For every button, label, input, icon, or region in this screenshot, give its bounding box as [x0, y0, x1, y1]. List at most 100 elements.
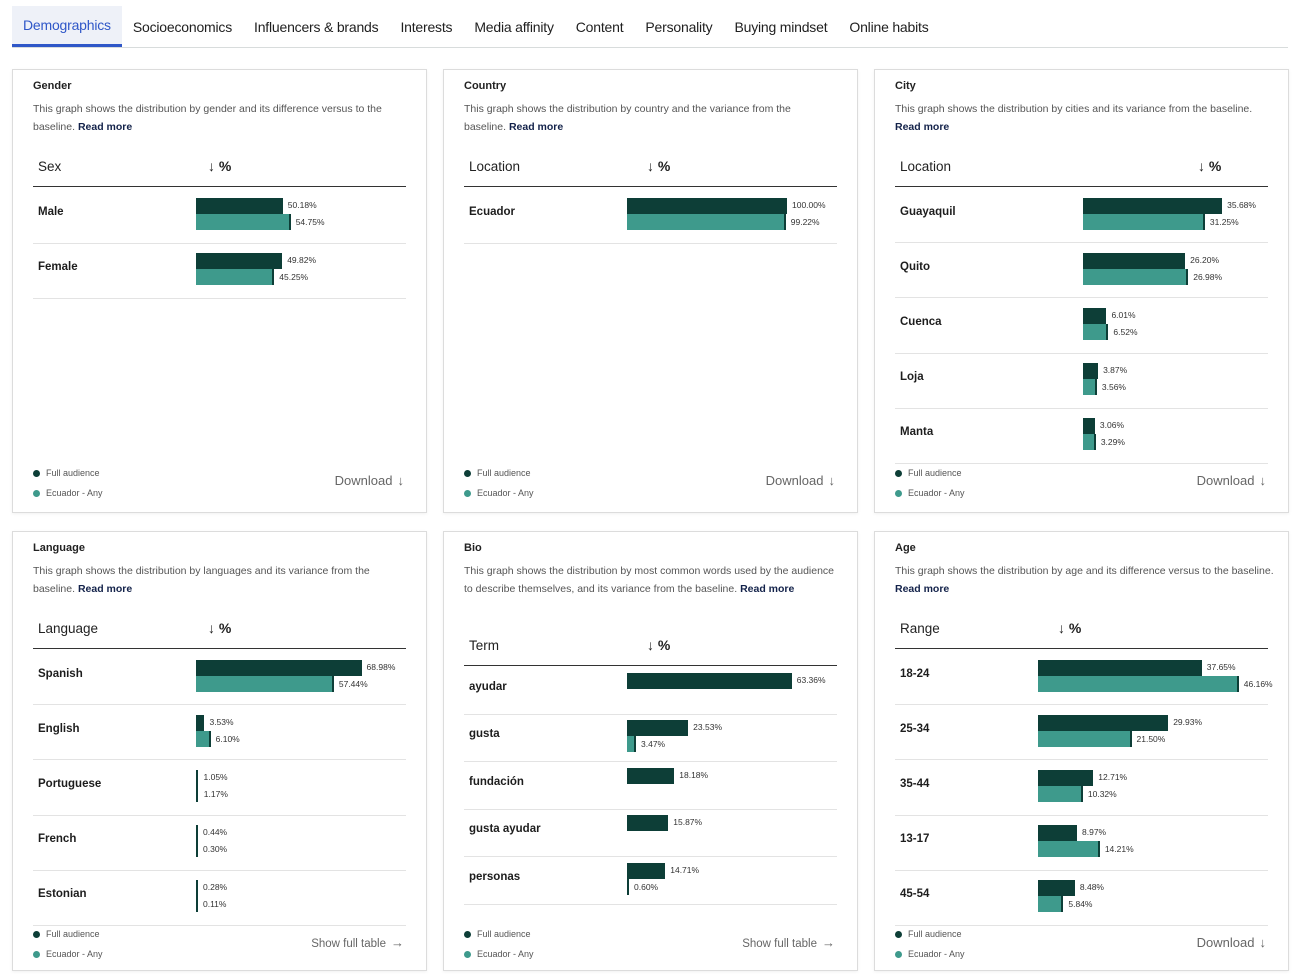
- row-label: ayudar: [469, 680, 507, 693]
- tab-buying-mindset[interactable]: Buying mindset: [723, 6, 838, 47]
- action-label: Download: [1196, 473, 1255, 488]
- bar-full-audience: [196, 659, 362, 676]
- download-button[interactable]: Download ↓: [1197, 935, 1266, 950]
- sort-percent-button[interactable]: ↓ %: [647, 158, 670, 174]
- table-header: Term ↓ %: [464, 626, 837, 666]
- value-full-audience: 6.01%: [1111, 309, 1136, 320]
- row-label: fundación: [469, 775, 524, 788]
- sort-percent-button[interactable]: ↓ %: [208, 620, 231, 636]
- legend-label: Ecuador - Any: [908, 949, 965, 959]
- bar-baseline-marker: [1061, 896, 1064, 913]
- show-full-table-button[interactable]: Show full table →: [311, 935, 404, 950]
- row-label: Guayaquil: [900, 205, 956, 218]
- column-label: Language: [38, 621, 99, 636]
- bar-full-audience: [627, 720, 689, 737]
- action-label: Download: [334, 473, 393, 488]
- read-more-link[interactable]: Read more: [895, 121, 949, 133]
- bar-baseline: [196, 785, 198, 802]
- legend-dot-icon: [895, 489, 902, 497]
- read-more-link[interactable]: Read more: [78, 583, 132, 595]
- table-header: Location ↓ %: [464, 147, 837, 187]
- read-more-link[interactable]: Read more: [740, 583, 794, 595]
- bar-baseline: [627, 213, 786, 230]
- download-button[interactable]: Download ↓: [1197, 473, 1266, 488]
- legend-dot-icon: [464, 489, 471, 497]
- download-arrow-icon: ↓: [1259, 473, 1267, 488]
- value-full-audience: 49.82%: [287, 255, 317, 266]
- value-baseline: 5.84%: [1068, 899, 1093, 910]
- chart-legend: Full audience Ecuador - Any: [464, 924, 534, 964]
- row-label: English: [38, 722, 80, 735]
- description-text: This graph shows the distribution by age…: [895, 565, 1274, 577]
- value-baseline: 6.52%: [1113, 326, 1138, 337]
- column-label: Range: [900, 621, 940, 636]
- legend-label: Full audience: [908, 468, 962, 478]
- tab-online-habits[interactable]: Online habits: [838, 6, 939, 47]
- bar-full-audience: [627, 767, 675, 784]
- tab-interests[interactable]: Interests: [389, 6, 463, 47]
- bar-baseline: [1083, 213, 1205, 230]
- legend-label: Full audience: [46, 929, 100, 939]
- read-more-link[interactable]: Read more: [78, 121, 132, 133]
- table-row: 13-17 8.97% 14.21%: [895, 816, 1268, 871]
- sort-percent-button[interactable]: ↓ %: [1058, 620, 1081, 636]
- bar-full-audience: [1038, 825, 1078, 842]
- bar-baseline-marker: [1097, 841, 1100, 858]
- legend-label: Full audience: [46, 468, 100, 478]
- legend-dot-icon: [464, 930, 471, 938]
- row-label: Manta: [900, 426, 934, 439]
- show-full-table-button[interactable]: Show full table →: [742, 935, 835, 950]
- download-arrow-icon: ↓: [397, 473, 405, 488]
- download-button[interactable]: Download ↓: [766, 473, 835, 488]
- value-full-audience: 8.97%: [1082, 827, 1107, 838]
- value-full-audience: 0.44%: [203, 827, 228, 838]
- bar-baseline-marker: [1094, 379, 1097, 396]
- table-row: 45-54 8.48% 5.84%: [895, 871, 1268, 926]
- value-full-audience: 15.87%: [673, 817, 703, 828]
- chart-legend: Full audience Ecuador - Any: [895, 463, 965, 503]
- tab-demographics[interactable]: Demographics: [12, 6, 122, 47]
- value-baseline: 0.60%: [634, 881, 659, 892]
- sort-percent-button[interactable]: ↓ %: [208, 158, 231, 174]
- legend-label: Ecuador - Any: [46, 949, 103, 959]
- bar-full-audience: [196, 769, 198, 786]
- value-full-audience: 37.65%: [1206, 661, 1236, 672]
- read-more-link[interactable]: Read more: [895, 583, 949, 595]
- tab-personality[interactable]: Personality: [634, 6, 723, 47]
- download-arrow-icon: ↓: [828, 473, 836, 488]
- bar-baseline-marker: [331, 675, 334, 692]
- bar-baseline: [1038, 785, 1083, 802]
- table-header: Location ↓ %: [895, 147, 1268, 187]
- sort-percent-button[interactable]: ↓ %: [647, 637, 670, 653]
- bar-baseline-marker: [783, 213, 786, 230]
- sort-percent-button[interactable]: ↓ %: [1198, 158, 1221, 174]
- legend-label: Full audience: [477, 468, 531, 478]
- tab-socioeconomics[interactable]: Socioeconomics: [122, 6, 243, 47]
- bar-baseline-marker: [1236, 675, 1239, 692]
- row-label: 45-54: [900, 888, 930, 901]
- value-baseline: 14.21%: [1104, 844, 1134, 855]
- legend-label: Full audience: [477, 929, 531, 939]
- row-label: gusta ayudar: [469, 823, 541, 836]
- bar-baseline-marker: [208, 730, 211, 747]
- bar-baseline: [196, 841, 198, 858]
- read-more-link[interactable]: Read more: [509, 121, 563, 133]
- legend-dot-icon: [895, 469, 902, 477]
- chart-legend: Full audience Ecuador - Any: [464, 463, 534, 503]
- action-label: Show full table: [742, 938, 817, 950]
- column-label: Term: [469, 638, 499, 653]
- tab-influencers-brands[interactable]: Influencers & brands: [243, 6, 389, 47]
- legend-dot-icon: [33, 930, 40, 938]
- legend-dot-icon: [33, 469, 40, 477]
- row-label: Cuenca: [900, 315, 942, 328]
- download-button[interactable]: Download ↓: [335, 473, 404, 488]
- chart-legend: Full audience Ecuador - Any: [33, 463, 103, 503]
- bar-full-audience: [627, 197, 787, 214]
- tab-media-affinity[interactable]: Media affinity: [463, 6, 564, 47]
- table-row: Ecuador 100.00% 99.22%: [464, 188, 837, 244]
- row-label: Estonian: [38, 888, 87, 901]
- card-description: This graph shows the distribution by cit…: [895, 101, 1265, 136]
- tab-content[interactable]: Content: [565, 6, 635, 47]
- card-description: This graph shows the distribution by age…: [895, 563, 1275, 598]
- value-full-audience: 63.36%: [796, 674, 826, 685]
